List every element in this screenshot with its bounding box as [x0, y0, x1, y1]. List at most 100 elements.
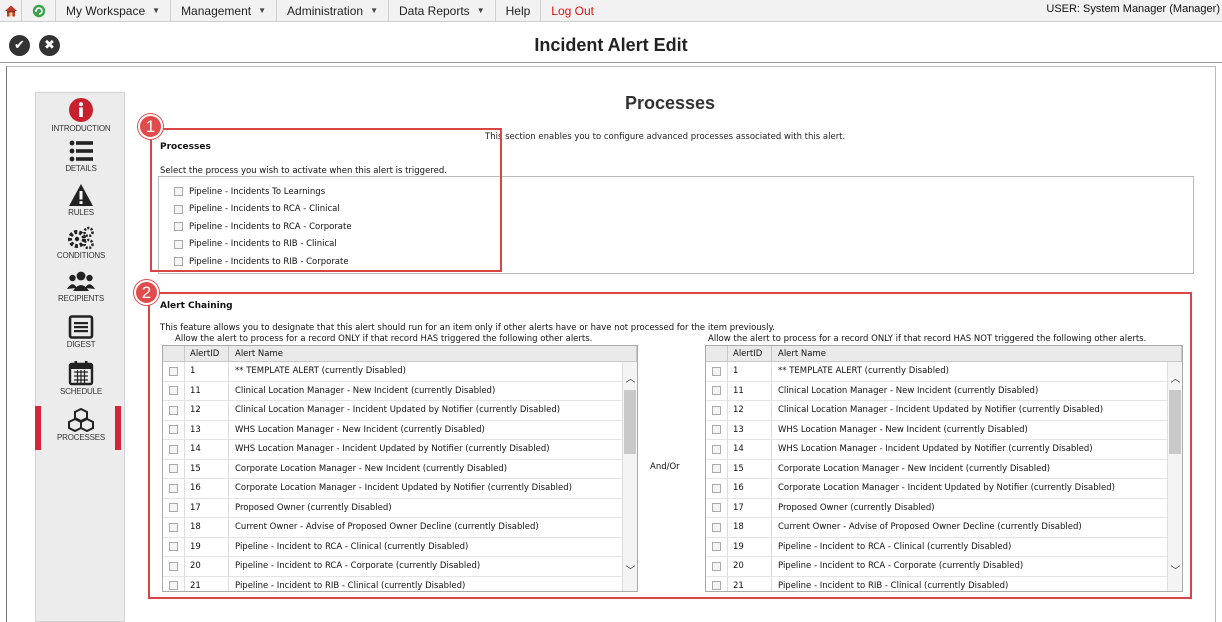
row-checkbox[interactable] [712, 405, 721, 415]
row-checkbox[interactable] [712, 522, 721, 532]
sidebar-item-processes[interactable]: PROCESSES [36, 408, 126, 442]
sidebar-item-recipients[interactable]: RECIPIENTS [36, 269, 126, 303]
menu-my-workspace[interactable]: My Workspace ▼ [56, 0, 172, 21]
row-checkbox-cell [706, 459, 728, 478]
table-row[interactable]: 14 WHS Location Manager - Incident Update… [706, 440, 1182, 460]
list-icon [69, 140, 93, 162]
table-row[interactable]: 16 Corporate Location Manager - Incident … [706, 479, 1182, 499]
scrollbar-thumb[interactable] [624, 390, 636, 454]
row-checkbox[interactable] [169, 464, 178, 474]
menu-administration[interactable]: Administration ▼ [277, 0, 389, 21]
chevron-down-icon: ▼ [370, 6, 378, 15]
sidebar-item-introduction[interactable]: INTRODUCTION [36, 97, 126, 133]
table-row[interactable]: 21 Pipeline - Incident to RIB - Clinical … [706, 576, 1182, 591]
table-row[interactable]: 12 Clinical Location Manager - Incident U… [706, 401, 1182, 421]
menu-data-reports[interactable]: Data Reports ▼ [389, 0, 496, 21]
menu-management[interactable]: Management ▼ [171, 0, 278, 21]
table-row[interactable]: 17 Proposed Owner (currently Disabled) [706, 498, 1182, 518]
row-checkbox[interactable] [712, 464, 721, 474]
row-checkbox[interactable] [712, 366, 721, 376]
row-checkbox[interactable] [712, 581, 721, 591]
table-row[interactable]: 21 Pipeline - Incident to RIB - Clinical … [163, 576, 637, 591]
row-checkbox[interactable] [169, 366, 178, 376]
table-row[interactable]: 18 Current Owner - Advise of Proposed Own… [163, 518, 637, 538]
has-triggered-grid[interactable]: AlertID Alert Name 1 ** TEMPLATE ALERT (c… [162, 345, 638, 592]
menu-help[interactable]: Help [496, 0, 542, 21]
table-row[interactable]: 16 Corporate Location Manager - Incident … [163, 479, 637, 499]
sidebar-item-digest[interactable]: DIGEST [36, 315, 126, 349]
table-row[interactable]: 17 Proposed Owner (currently Disabled) [163, 498, 637, 518]
row-checkbox[interactable] [169, 503, 178, 513]
row-checkbox[interactable] [712, 386, 721, 396]
table-row[interactable]: 13 WHS Location Manager - New Incident (c… [706, 420, 1182, 440]
column-header-alert-name[interactable]: Alert Name [772, 346, 1182, 361]
table-row[interactable]: 1 ** TEMPLATE ALERT (currently Disabled) [706, 362, 1182, 382]
row-checkbox[interactable] [712, 561, 721, 571]
table-row[interactable]: 1 ** TEMPLATE ALERT (currently Disabled) [163, 362, 637, 382]
row-checkbox[interactable] [712, 425, 721, 435]
alert-id-cell: 19 [185, 537, 229, 556]
row-checkbox[interactable] [169, 581, 178, 591]
sidebar-item-label: RECIPIENTS [57, 294, 104, 303]
table-row[interactable]: 20 Pipeline - Incident to RCA - Corporate… [706, 557, 1182, 577]
row-checkbox[interactable] [712, 503, 721, 513]
has-not-triggered-grid[interactable]: AlertID Alert Name 1 ** TEMPLATE ALERT (c… [705, 345, 1183, 592]
table-row[interactable]: 19 Pipeline - Incident to RCA - Clinical … [706, 537, 1182, 557]
alert-id-cell: 11 [728, 381, 772, 400]
alert-id-cell: 1 [185, 362, 229, 381]
row-checkbox[interactable] [712, 483, 721, 493]
alert-name-cell: Proposed Owner (currently Disabled) [235, 502, 392, 513]
chevron-up-icon[interactable]: ︿ [623, 370, 637, 385]
column-header-alertid[interactable]: AlertID [185, 346, 229, 361]
alert-name-cell: Proposed Owner (currently Disabled) [778, 502, 935, 513]
scrollbar-thumb[interactable] [1169, 390, 1181, 454]
row-checkbox[interactable] [169, 405, 178, 415]
row-checkbox-cell [163, 518, 185, 537]
scrollbar[interactable]: ︿ ﹀ [622, 362, 637, 591]
menu-log-out[interactable]: Log Out [541, 0, 604, 21]
table-row[interactable]: 15 Corporate Location Manager - New Incid… [163, 459, 637, 479]
alert-name-cell: Clinical Location Manager - New Incident… [778, 385, 1039, 396]
table-row[interactable]: 13 WHS Location Manager - New Incident (c… [163, 420, 637, 440]
alert-name-cell: Pipeline - Incident to RCA - Clinical (c… [235, 541, 469, 552]
row-checkbox[interactable] [169, 542, 178, 552]
chevron-up-icon[interactable]: ︿ [1168, 370, 1182, 385]
alert-id-cell: 18 [728, 518, 772, 537]
sidebar-item-conditions[interactable]: CONDITIONS [36, 226, 126, 260]
row-checkbox[interactable] [712, 444, 721, 454]
grid-header: AlertID Alert Name [706, 346, 1182, 362]
sidebar-item-rules[interactable]: RULES [36, 183, 126, 217]
row-checkbox-cell [163, 381, 185, 400]
table-row[interactable]: 20 Pipeline - Incident to RCA - Corporate… [163, 557, 637, 577]
row-checkbox-cell [163, 498, 185, 517]
row-checkbox[interactable] [169, 522, 178, 532]
sidebar-item-label: SCHEDULE [60, 387, 102, 396]
table-row[interactable]: 14 WHS Location Manager - Incident Update… [163, 440, 637, 460]
row-checkbox[interactable] [169, 483, 178, 493]
home-icon[interactable] [0, 0, 22, 21]
table-row[interactable]: 15 Corporate Location Manager - New Incid… [706, 459, 1182, 479]
sidebar-item-schedule[interactable]: SCHEDULE [36, 360, 126, 396]
column-header-alert-name[interactable]: Alert Name [229, 346, 637, 361]
alert-id-cell: 15 [728, 459, 772, 478]
alert-id-cell: 11 [185, 381, 229, 400]
chevron-down-icon[interactable]: ﹀ [1168, 562, 1182, 577]
table-row[interactable]: 12 Clinical Location Manager - Incident U… [163, 401, 637, 421]
and-or-label: And/Or [650, 462, 680, 472]
column-header-alertid[interactable]: AlertID [728, 346, 772, 361]
sidebar-item-details[interactable]: DETAILS [36, 139, 126, 173]
row-checkbox[interactable] [169, 425, 178, 435]
table-row[interactable]: 18 Current Owner - Advise of Proposed Own… [706, 518, 1182, 538]
row-checkbox[interactable] [169, 386, 178, 396]
row-checkbox[interactable] [169, 444, 178, 454]
table-row[interactable]: 11 Clinical Location Manager - New Incide… [163, 381, 637, 401]
refresh-icon[interactable] [22, 0, 56, 21]
table-row[interactable]: 11 Clinical Location Manager - New Incide… [706, 381, 1182, 401]
table-row[interactable]: 19 Pipeline - Incident to RCA - Clinical … [163, 537, 637, 557]
row-checkbox-cell [706, 381, 728, 400]
chevron-down-icon[interactable]: ﹀ [623, 562, 637, 577]
row-checkbox[interactable] [169, 561, 178, 571]
row-checkbox-cell [163, 401, 185, 420]
scrollbar[interactable]: ︿ ﹀ [1167, 362, 1182, 591]
row-checkbox[interactable] [712, 542, 721, 552]
